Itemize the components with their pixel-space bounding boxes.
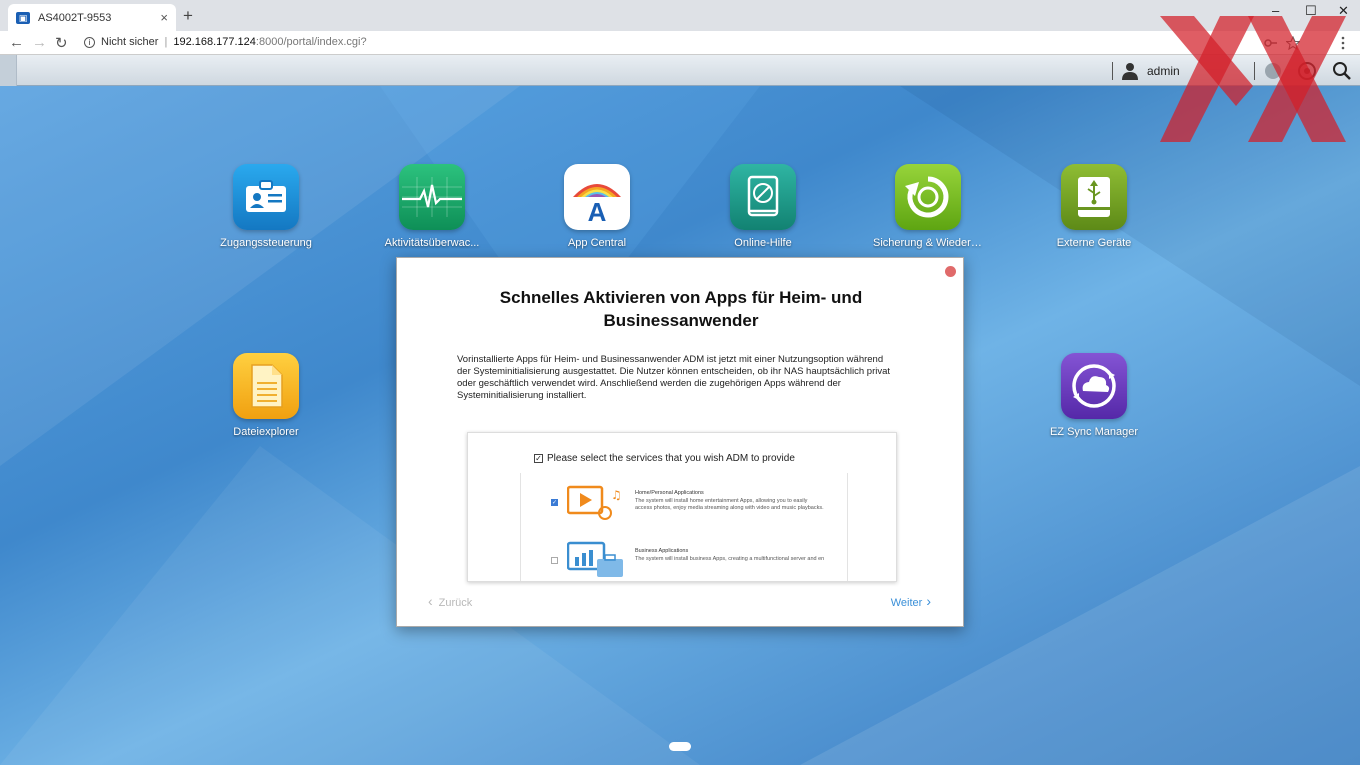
taskbar-divider: [1112, 62, 1113, 80]
whats-new-dialog: Schnelles Aktivieren von Apps für Heim- …: [396, 257, 964, 627]
app-external-devices[interactable]: Externe Geräte: [1039, 164, 1149, 249]
tab-close-icon[interactable]: ×: [160, 10, 168, 25]
services-panel: ✓ ♫ Home/Personal Applications The syste…: [520, 473, 848, 581]
online-help-icon: [730, 164, 796, 230]
url-host: 192.168.177.124: [173, 36, 256, 48]
external-devices-icon: [1061, 164, 1127, 230]
back-button[interactable]: ←: [9, 34, 24, 51]
service-title: Business Applications: [635, 548, 689, 554]
app-label: Aktivitätsüberwac...: [384, 237, 480, 249]
app-label: Externe Geräte: [1056, 237, 1132, 249]
asustor-favicon-icon: ▣: [16, 11, 30, 24]
next-label: Weiter: [890, 597, 923, 609]
adm-taskbar: admin: [0, 55, 1360, 86]
svg-text:♫: ♫: [611, 488, 622, 502]
app-access-control[interactable]: Zugangssteuerung: [211, 164, 321, 249]
user-icon[interactable]: [1121, 62, 1139, 80]
access-control-icon: [233, 164, 299, 230]
app-label: Dateiexplorer: [233, 426, 299, 438]
forward-button[interactable]: →: [32, 34, 47, 51]
app-central-icon: A: [564, 164, 630, 230]
address-bar[interactable]: i Nicht sicher | 192.168.177.124 :8000/p…: [84, 36, 367, 48]
service-checkbox-unchecked: [551, 557, 558, 564]
app-activity-monitor[interactable]: Aktivitätsüberwac...: [377, 164, 487, 249]
services-heading-text: Please select the services that you wish…: [547, 453, 795, 464]
tab-title: AS4002T-9553: [38, 11, 112, 24]
app-backup-restore[interactable]: Sicherung & Wiederherstellung: [873, 164, 983, 250]
app-online-help[interactable]: Online-Hilfe: [708, 164, 818, 249]
browser-tabstrip: ▣ AS4002T-9553 × + – ☐ ✕: [0, 0, 1360, 31]
backup-icon: [895, 164, 961, 230]
reload-button[interactable]: ↻: [55, 34, 68, 52]
dock-handle[interactable]: [669, 742, 691, 751]
activity-monitor-icon: [399, 164, 465, 230]
service-description: The system will install business Apps, c…: [635, 556, 825, 562]
previous-label: Zurück: [438, 597, 473, 609]
app-label: EZ Sync Manager: [1049, 426, 1139, 438]
app-label: Online-Hilfe: [734, 237, 792, 249]
chevron-left-icon: ‹: [428, 593, 433, 609]
previous-button[interactable]: ‹ Zurück: [428, 593, 472, 609]
info-icon[interactable]: i: [84, 36, 95, 48]
ez-sync-icon: [1061, 353, 1127, 419]
service-description: The system will install home entertainme…: [635, 498, 824, 511]
browser-tab[interactable]: ▣ AS4002T-9553 ×: [8, 4, 176, 31]
dialog-close-button[interactable]: [945, 266, 956, 277]
checkbox-icon: ✓: [534, 454, 543, 463]
url-separator: |: [164, 36, 168, 48]
app-label: App Central: [567, 237, 627, 249]
site-logo-watermark: [1160, 16, 1346, 142]
new-tab-button[interactable]: +: [183, 6, 193, 26]
services-heading: ✓ Please select the services that you wi…: [534, 453, 795, 464]
dialog-title: Schnelles Aktivieren von Apps für Heim- …: [499, 288, 863, 330]
start-menu-button[interactable]: [0, 55, 17, 86]
svg-text:A: A: [588, 197, 607, 225]
service-checkbox-checked: ✓: [551, 499, 558, 506]
security-label: Nicht sicher: [101, 36, 159, 48]
app-file-explorer[interactable]: Dateiexplorer: [211, 353, 321, 438]
business-apps-icon: [567, 541, 623, 577]
service-title: Home/Personal Applications: [635, 490, 704, 496]
home-apps-icon: ♫: [567, 485, 622, 520]
file-explorer-icon: [233, 353, 299, 419]
chevron-right-icon: ›: [926, 593, 931, 609]
next-button[interactable]: Weiter ›: [891, 593, 931, 609]
url-path: :8000/portal/index.cgi?: [255, 36, 367, 48]
app-ez-sync[interactable]: EZ Sync Manager: [1039, 353, 1149, 438]
feature-screenshot: ✓ Please select the services that you wi…: [467, 432, 897, 582]
app-label: Sicherung & Wiederherstellung: [873, 237, 983, 249]
app-label: Zugangssteuerung: [220, 237, 312, 249]
app-app-central[interactable]: A App Central: [542, 164, 652, 249]
dialog-body-text: Vorinstallierte Apps für Heim- und Busin…: [457, 354, 891, 401]
browser-toolbar: ← → ↻ i Nicht sicher | 192.168.177.124 :…: [0, 31, 1360, 55]
